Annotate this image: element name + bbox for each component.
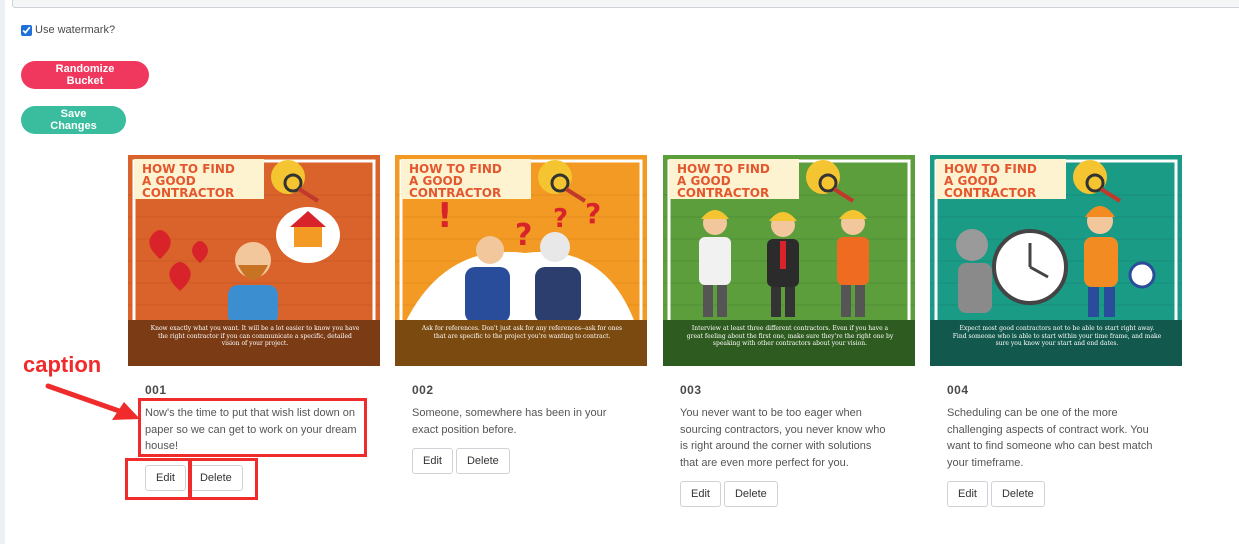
- card-caption: You never want to be too eager when sour…: [680, 407, 886, 469]
- card-image[interactable]: HOW TO FIND A GOOD CONTRACTOR Interview …: [663, 155, 915, 366]
- card-image-title: HOW TO FIND A GOOD CONTRACTOR: [142, 162, 235, 200]
- card-number: 001: [145, 383, 167, 397]
- watermark-option[interactable]: Use watermark?: [21, 24, 115, 36]
- annotation-edit-box: [125, 458, 191, 500]
- edit-button[interactable]: Edit: [680, 481, 721, 507]
- svg-text:?: ?: [515, 218, 532, 253]
- page-left-border: [0, 0, 5, 544]
- card-number: 004: [947, 383, 969, 397]
- annotation-delete-box: [189, 458, 258, 500]
- card-image-text: Interview at least three different contr…: [686, 325, 894, 347]
- delete-button[interactable]: Delete: [723, 481, 778, 507]
- card-image-text: Expect most good contractors not to be a…: [952, 325, 1162, 347]
- annotation-caption-box: [138, 398, 367, 457]
- svg-text:?: ?: [553, 204, 568, 234]
- watermark-checkbox[interactable]: [21, 24, 32, 36]
- watermark-label: Use watermark?: [35, 24, 116, 36]
- card-image-title: HOW TO FIND A GOOD CONTRACTOR: [944, 162, 1037, 200]
- svg-text:!: !: [437, 196, 453, 236]
- card-image[interactable]: ! ? ? ? HOW TO FIND A GOOD CONTRACTOR As…: [395, 155, 647, 366]
- image-card: HOW TO FIND A GOOD CONTRACTOR Interview …: [663, 155, 915, 507]
- top-text-field[interactable]: [12, 0, 1239, 8]
- card-image-title: HOW TO FIND A GOOD CONTRACTOR: [409, 162, 502, 200]
- card-image-text: Know exactly what you want. It will be a…: [150, 325, 360, 347]
- card-number: 003: [680, 383, 702, 397]
- image-card: ! ? ? ? HOW TO FIND A GOOD CONTRACTOR As…: [395, 155, 647, 474]
- card-image[interactable]: HOW TO FIND A GOOD CONTRACTOR Know exact…: [128, 155, 380, 366]
- edit-button[interactable]: Edit: [947, 481, 988, 507]
- randomize-bucket-button[interactable]: Randomize Bucket: [21, 61, 149, 89]
- delete-button[interactable]: Delete: [990, 481, 1045, 507]
- svg-text:?: ?: [585, 197, 601, 230]
- card-number: 002: [412, 383, 434, 397]
- card-caption: Someone, somewhere has been in your exac…: [412, 407, 607, 436]
- annotation-caption-label: caption: [23, 352, 102, 377]
- card-image-text: Ask for references. Don't just ask for a…: [421, 325, 623, 340]
- delete-button[interactable]: Delete: [455, 448, 510, 474]
- card-image-title: HOW TO FIND A GOOD CONTRACTOR: [677, 162, 770, 200]
- edit-button[interactable]: Edit: [412, 448, 453, 474]
- card-caption: Scheduling can be one of the more challe…: [947, 407, 1153, 469]
- save-changes-button[interactable]: Save Changes: [21, 106, 126, 134]
- card-image[interactable]: HOW TO FIND A GOOD CONTRACTOR Expect mos…: [930, 155, 1182, 366]
- image-card: HOW TO FIND A GOOD CONTRACTOR Expect mos…: [930, 155, 1182, 507]
- annotation-arrow: [45, 383, 140, 420]
